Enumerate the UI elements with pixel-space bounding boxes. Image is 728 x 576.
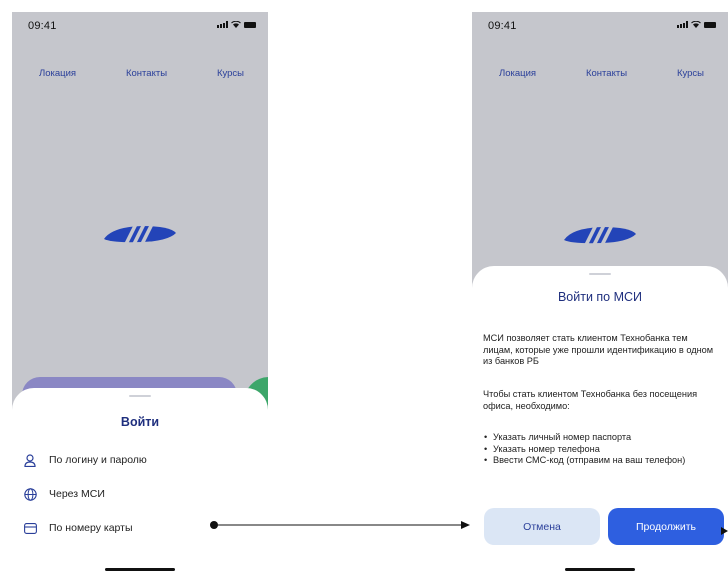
flow-connector-arrow	[210, 521, 728, 535]
